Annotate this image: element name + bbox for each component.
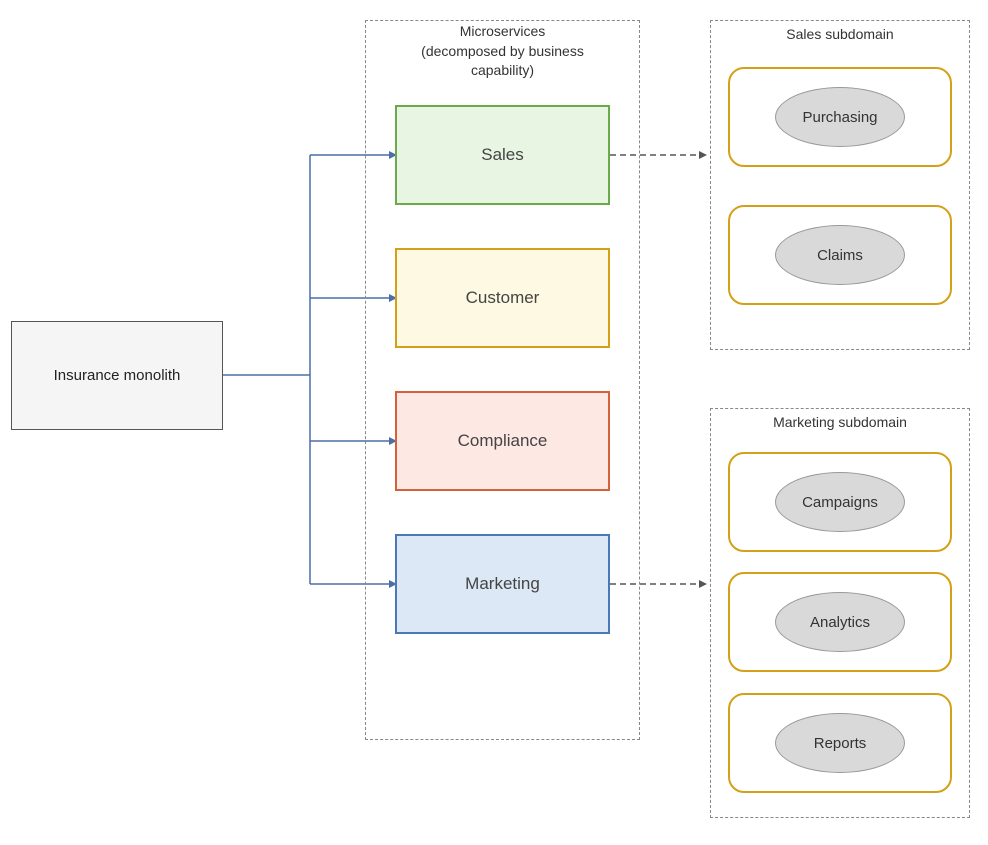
analytics-oval: Analytics bbox=[775, 592, 905, 652]
campaigns-item: Campaigns bbox=[728, 452, 952, 552]
diagram-canvas: Insurance monolith Microservices(decompo… bbox=[0, 0, 988, 845]
ms-sales-label: Sales bbox=[481, 145, 524, 165]
reports-oval: Reports bbox=[775, 713, 905, 773]
ms-customer-box: Customer bbox=[395, 248, 610, 348]
reports-label: Reports bbox=[814, 735, 867, 752]
ms-marketing-label: Marketing bbox=[465, 574, 540, 594]
purchasing-oval: Purchasing bbox=[775, 87, 905, 147]
sales-subdomain-title: Sales subdomain bbox=[710, 26, 970, 42]
ms-compliance-label: Compliance bbox=[458, 431, 548, 451]
claims-item: Claims bbox=[728, 205, 952, 305]
marketing-subdomain-title: Marketing subdomain bbox=[710, 414, 970, 430]
purchasing-label: Purchasing bbox=[802, 109, 877, 126]
campaigns-label: Campaigns bbox=[802, 494, 878, 511]
campaigns-oval: Campaigns bbox=[775, 472, 905, 532]
claims-label: Claims bbox=[817, 247, 863, 264]
ms-marketing-box: Marketing bbox=[395, 534, 610, 634]
ms-sales-box: Sales bbox=[395, 105, 610, 205]
analytics-label: Analytics bbox=[810, 614, 870, 631]
monolith-label: Insurance monolith bbox=[54, 367, 181, 384]
analytics-item: Analytics bbox=[728, 572, 952, 672]
purchasing-item: Purchasing bbox=[728, 67, 952, 167]
claims-oval: Claims bbox=[775, 225, 905, 285]
ms-compliance-box: Compliance bbox=[395, 391, 610, 491]
monolith-box: Insurance monolith bbox=[11, 321, 223, 430]
microservices-title: Microservices(decomposed by businesscapa… bbox=[365, 22, 640, 81]
ms-customer-label: Customer bbox=[466, 288, 540, 308]
reports-item: Reports bbox=[728, 693, 952, 793]
